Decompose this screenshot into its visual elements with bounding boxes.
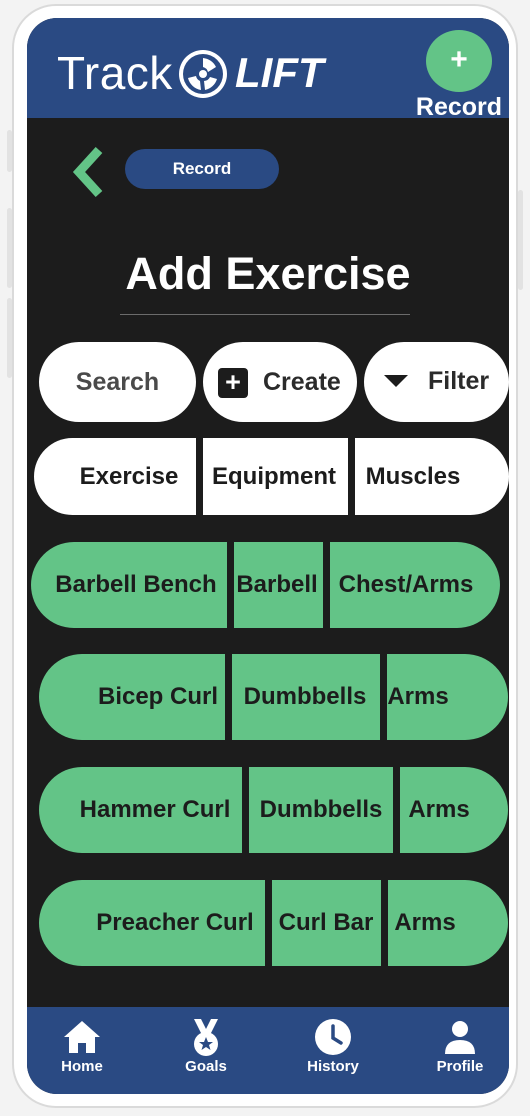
nav-item-goals[interactable]: Goals xyxy=(151,1007,261,1094)
side-button xyxy=(7,208,12,288)
exercise-name: Preacher Curl xyxy=(96,909,254,936)
nav-label-goals: Goals xyxy=(185,1058,227,1075)
home-icon xyxy=(64,1021,100,1053)
page-title: Add Exercise xyxy=(125,248,411,299)
column-divider xyxy=(323,540,330,628)
side-button xyxy=(7,298,12,378)
exercise-equipment: Dumbbells xyxy=(259,796,383,823)
exercise-equipment: Barbell xyxy=(236,571,318,598)
exercise-name: Bicep Curl xyxy=(97,683,219,710)
column-header-row: Exercise Equipment Muscles xyxy=(34,438,509,515)
clock-icon xyxy=(315,1019,351,1055)
exercise-name: Barbell Bench xyxy=(55,571,217,598)
nav-label-home: Home xyxy=(61,1058,103,1075)
filter-button[interactable]: Filter xyxy=(364,342,509,422)
caret-down-icon xyxy=(384,375,408,387)
weight-plate-icon xyxy=(179,50,227,98)
logo-lift-text: LIFT xyxy=(235,49,324,96)
column-divider xyxy=(242,767,249,853)
exercise-name: Hammer Curl xyxy=(79,796,231,823)
app-header: Track LIFT + Record xyxy=(27,18,509,121)
exercise-muscles: Arms xyxy=(408,796,470,823)
nav-label-history: History xyxy=(307,1058,359,1075)
nav-item-history[interactable]: History xyxy=(278,1007,388,1094)
record-fab-button[interactable]: + xyxy=(426,30,492,92)
exercise-equipment: Curl Bar xyxy=(278,909,374,936)
record-fab-label[interactable]: Record xyxy=(411,92,507,122)
nav-item-profile[interactable]: Profile xyxy=(405,1007,509,1094)
bottom-nav: Home Goals History Profile xyxy=(27,1007,509,1094)
app-screen: Track LIFT + Record Record Add Exercise … xyxy=(27,18,509,1094)
column-header-equipment[interactable]: Equipment xyxy=(202,438,346,515)
create-button[interactable]: + Create xyxy=(203,342,357,422)
search-button[interactable]: Search xyxy=(39,342,196,422)
column-divider xyxy=(381,880,388,966)
exercise-row[interactable]: Hammer Curl Dumbbells Arms xyxy=(39,767,508,853)
side-button xyxy=(7,130,12,172)
exercise-row[interactable]: Barbell Bench Barbell Chest/Arms xyxy=(31,540,500,628)
exercise-muscles: Arms xyxy=(387,683,449,710)
column-header-muscles[interactable]: Muscles xyxy=(354,438,472,515)
nav-item-home[interactable]: Home xyxy=(27,1007,137,1094)
create-label: Create xyxy=(263,368,341,396)
nav-label-profile: Profile xyxy=(436,1058,484,1075)
exercise-muscles: Arms xyxy=(394,909,456,936)
exercise-equipment: Dumbbells xyxy=(243,683,367,710)
medal-icon xyxy=(194,1019,218,1056)
exercise-row[interactable]: Bicep Curl Dumbbells Arms xyxy=(39,654,508,740)
filter-label: Filter xyxy=(428,367,490,395)
column-divider xyxy=(265,880,272,966)
record-breadcrumb-button[interactable]: Record xyxy=(125,149,279,189)
exercise-muscles: Chest/Arms xyxy=(338,571,474,598)
exercise-row[interactable]: Preacher Curl Curl Bar Arms xyxy=(39,880,508,966)
back-chevron-icon[interactable] xyxy=(69,144,111,200)
title-divider xyxy=(120,314,410,315)
side-button xyxy=(518,190,523,290)
person-icon xyxy=(445,1021,475,1054)
logo-track-text: Track xyxy=(57,47,173,99)
plus-square-icon: + xyxy=(218,368,248,398)
